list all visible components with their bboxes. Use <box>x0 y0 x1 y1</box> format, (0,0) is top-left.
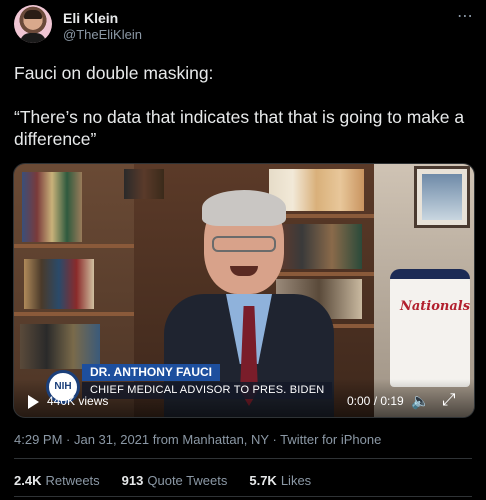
video-player[interactable]: Nationals NIH DR. ANTHONY FAUCI CHIEF ME… <box>13 163 475 418</box>
engagement-stats: 2.4K Retweets 913 Quote Tweets 5.7K Likes <box>14 473 311 488</box>
author-handle[interactable]: @TheEliKlein <box>63 27 142 42</box>
quote-tweets-label: Quote Tweets <box>147 473 228 488</box>
avatar-shirt <box>20 33 46 43</box>
divider <box>14 458 472 459</box>
tweet-text: Fauci on double masking: “There’s no dat… <box>14 62 474 150</box>
fullscreen-icon[interactable]: ⤢ <box>442 390 456 410</box>
nationals-jersey: Nationals <box>390 269 470 387</box>
play-icon[interactable] <box>28 395 39 409</box>
likes-stat[interactable]: 5.7K Likes <box>249 473 311 488</box>
likes-count: 5.7K <box>249 473 277 488</box>
retweets-count: 2.4K <box>14 473 42 488</box>
tweet-line-2: “There’s no data that indicates that tha… <box>14 107 465 149</box>
quote-tweets-count: 913 <box>121 473 144 488</box>
jersey-text: Nationals <box>400 299 471 314</box>
tweet-line-1: Fauci on double masking: <box>14 63 214 83</box>
tweet-meta[interactable]: 4:29 PM · Jan 31, 2021 from Manhattan, N… <box>14 432 381 447</box>
framed-picture <box>414 166 470 228</box>
tweet-card: Eli Klein @TheEliKlein ⋯ Fauci on double… <box>0 0 486 500</box>
retweets-label: Retweets <box>45 473 100 488</box>
volume-icon[interactable]: 🔈 <box>411 392 430 410</box>
lower-third-title: CHIEF MEDICAL ADVISOR TO PRES. BIDEN <box>82 382 333 399</box>
author-name[interactable]: Eli Klein <box>63 10 118 26</box>
divider <box>14 496 472 497</box>
lower-third-name: DR. ANTHONY FAUCI <box>82 364 221 381</box>
view-count: 440K views <box>47 394 109 408</box>
quote-tweets-stat[interactable]: 913 Quote Tweets <box>122 473 228 488</box>
likes-label: Likes <box>280 473 312 488</box>
video-time: 0:00 / 0:19 <box>347 394 404 408</box>
avatar[interactable] <box>14 5 52 43</box>
more-horizontal-icon[interactable]: ⋯ <box>457 6 474 26</box>
retweets-stat[interactable]: 2.4K Retweets <box>14 473 100 488</box>
avatar-hair <box>24 10 42 19</box>
